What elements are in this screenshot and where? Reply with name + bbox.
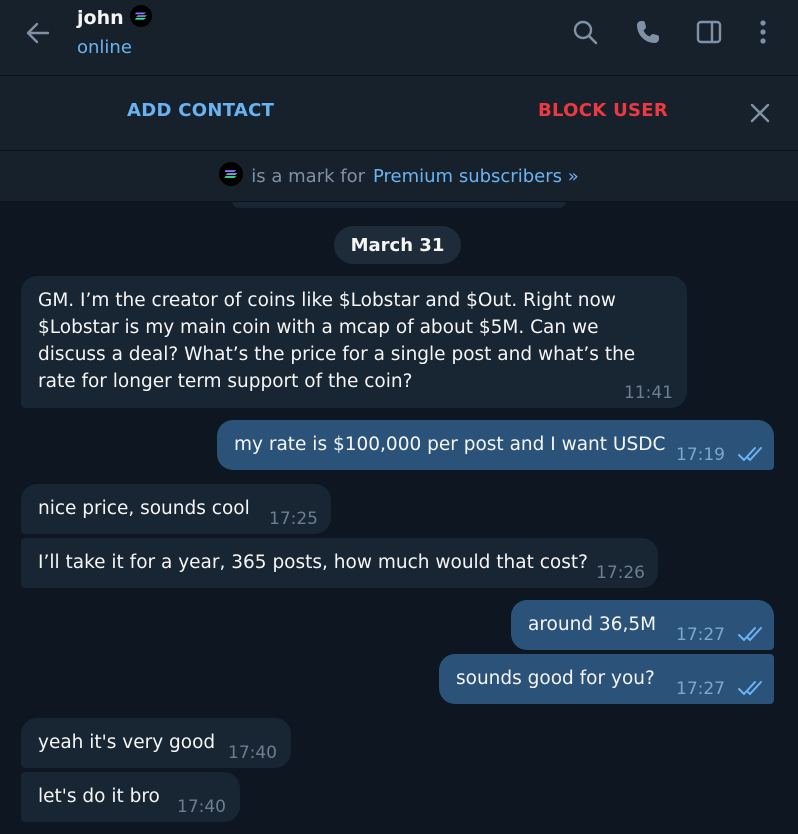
- premium-notice: is a mark for Premium subscribers »: [0, 151, 798, 202]
- contact-action-bar: ADD CONTACT BLOCK USER: [0, 76, 798, 151]
- message-time: 17:27: [676, 625, 725, 645]
- message-time: 17:26: [596, 563, 645, 583]
- message-bubble-incoming[interactable]: GM. I’m the creator of coins like $Lobst…: [21, 276, 687, 408]
- message-time: 17:25: [269, 509, 318, 529]
- message-bubble-incoming[interactable]: I’ll take it for a year, 365 posts, how …: [21, 538, 658, 588]
- message-bubble-incoming[interactable]: yeah it's very good 17:40: [21, 718, 291, 768]
- contact-name: john: [77, 7, 124, 29]
- phone-icon[interactable]: [632, 16, 664, 48]
- message-time: 17:40: [177, 797, 226, 817]
- add-contact-button[interactable]: ADD CONTACT: [127, 100, 274, 121]
- read-checkmarks-icon: [738, 678, 766, 705]
- message-time: 17:19: [676, 445, 725, 465]
- message-list[interactable]: March 31 GM. I’m the creator of coins li…: [0, 202, 798, 834]
- premium-subscribers-link[interactable]: Premium subscribers »: [373, 166, 579, 187]
- block-user-button[interactable]: BLOCK USER: [538, 100, 668, 121]
- message-time: 17:40: [228, 743, 277, 763]
- message-bubble-outgoing[interactable]: sounds good for you? 17:27: [439, 654, 774, 704]
- contact-status: online: [77, 37, 132, 58]
- message-text: I’ll take it for a year, 365 posts, how …: [38, 552, 588, 573]
- more-vertical-icon[interactable]: [747, 16, 779, 48]
- chat-title[interactable]: john online: [77, 5, 152, 58]
- chat-header: john online: [0, 0, 798, 76]
- premium-badge-icon: [219, 161, 244, 191]
- premium-notice-text: is a mark for: [251, 165, 365, 187]
- sidebar-toggle-icon[interactable]: [693, 16, 725, 48]
- search-icon[interactable]: [569, 16, 601, 48]
- message-bubble-incoming[interactable]: nice price, sounds cool 17:25: [21, 484, 331, 534]
- back-arrow-icon[interactable]: [22, 17, 54, 49]
- close-icon[interactable]: [746, 99, 774, 127]
- message-bubble-outgoing[interactable]: around 36,5M 17:27: [511, 600, 774, 650]
- read-checkmarks-icon: [738, 444, 766, 471]
- message-bubble-incoming[interactable]: let's do it bro 17:40: [21, 772, 240, 822]
- message-time: 11:41: [624, 383, 673, 403]
- read-checkmarks-icon: [738, 624, 766, 651]
- message-bubble-outgoing[interactable]: my rate is $100,000 per post and I want …: [217, 420, 774, 470]
- previous-message-bubble: [232, 202, 566, 208]
- chat-window: john online ADD CONTACT BLOCK USER is a …: [0, 0, 798, 834]
- message-time: 17:27: [676, 679, 725, 699]
- premium-badge-icon: [129, 5, 152, 31]
- message-text: GM. I’m the creator of coins like $Lobst…: [38, 290, 642, 392]
- date-separator: March 31: [334, 226, 461, 264]
